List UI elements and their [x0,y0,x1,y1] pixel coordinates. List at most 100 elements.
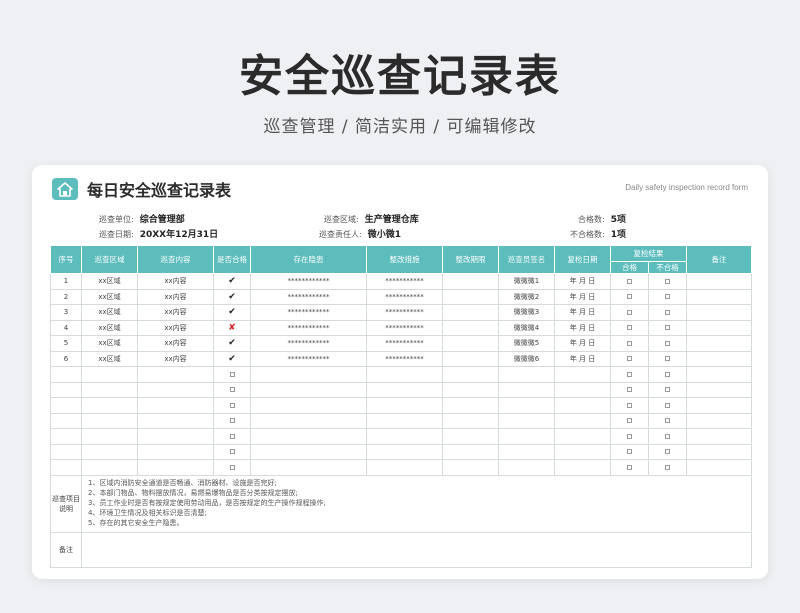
pass-checkbox[interactable] [627,356,632,362]
cell-hazard[interactable]: ************ [250,288,367,305]
cell-qualified[interactable]: ✔ [213,288,251,305]
meta-person-value[interactable]: 微小微1 [368,230,401,240]
cell-note[interactable] [686,288,752,305]
cell-signer[interactable]: 微微微5 [498,335,555,352]
cell-deadline[interactable] [442,335,499,352]
fail-checkbox[interactable] [665,402,670,408]
cell-note[interactable] [686,273,752,290]
cell-empty[interactable] [686,459,752,476]
pass-checkbox[interactable] [627,309,632,315]
cell-deadline[interactable] [442,319,499,336]
cell-empty[interactable] [498,381,555,398]
cell-measure[interactable]: *********** [366,319,443,336]
fail-checkbox[interactable] [665,387,670,393]
pass-checkbox[interactable] [627,387,632,393]
cell-fail[interactable] [648,412,687,429]
cell-empty[interactable] [686,443,752,460]
cell-signer[interactable]: 微微微3 [498,304,555,321]
cell-empty[interactable] [81,397,138,414]
cell-content[interactable]: xx内容 [137,304,214,321]
pass-checkbox[interactable] [627,418,632,424]
meta-pass-value[interactable]: 5项 [611,215,626,225]
meta-date-value[interactable]: 20XX年12月31日 [140,230,218,240]
cell-content[interactable]: xx内容 [137,335,214,352]
cell-qualified[interactable] [213,459,251,476]
cell-recheck-date[interactable]: 年 月 日 [554,335,611,352]
pass-checkbox[interactable] [627,325,632,331]
cell-empty[interactable] [50,412,82,429]
cell-qualified[interactable]: ✔ [213,304,251,321]
qualified-checkbox[interactable] [229,418,235,424]
cell-recheck-date[interactable]: 年 月 日 [554,288,611,305]
cell-empty[interactable] [554,366,611,383]
cell-empty[interactable] [498,412,555,429]
cell-empty[interactable] [366,381,443,398]
cell-qualified[interactable] [213,428,251,445]
cell-empty[interactable] [554,459,611,476]
cell-hazard[interactable]: ************ [250,335,367,352]
cell-empty[interactable] [686,381,752,398]
cell-fail[interactable] [648,350,687,367]
cell-empty[interactable] [81,412,138,429]
fail-checkbox[interactable] [665,418,670,424]
cell-empty[interactable] [250,428,367,445]
cell-pass[interactable] [610,366,649,383]
cell-empty[interactable] [498,397,555,414]
cell-qualified[interactable] [213,381,251,398]
cell-pass[interactable] [610,319,649,336]
cell-area[interactable]: xx区域 [81,273,138,290]
pass-checkbox[interactable] [627,340,632,346]
cell-empty[interactable] [554,428,611,445]
cell-empty[interactable] [81,381,138,398]
cell-content[interactable]: xx内容 [137,350,214,367]
cell-measure[interactable]: *********** [366,304,443,321]
cell-fail[interactable] [648,366,687,383]
fail-checkbox[interactable] [665,325,670,331]
pass-checkbox[interactable] [627,402,632,408]
cell-empty[interactable] [442,397,499,414]
cell-empty[interactable] [366,397,443,414]
cell-qualified[interactable] [213,397,251,414]
cell-empty[interactable] [250,366,367,383]
cell-empty[interactable] [442,443,499,460]
cell-fail[interactable] [648,443,687,460]
cell-empty[interactable] [554,443,611,460]
qualified-checkbox[interactable] [229,433,235,439]
cell-hazard[interactable]: ************ [250,319,367,336]
pass-checkbox[interactable] [627,449,632,455]
cell-pass[interactable] [610,288,649,305]
cell-pass[interactable] [610,304,649,321]
cell-qualified[interactable]: ✔ [213,350,251,367]
cell-empty[interactable] [554,412,611,429]
cell-pass[interactable] [610,428,649,445]
remark-content[interactable] [81,531,752,568]
cell-qualified[interactable]: ✘ [213,319,251,336]
cell-fail[interactable] [648,304,687,321]
cell-fail[interactable] [648,319,687,336]
cell-note[interactable] [686,319,752,336]
meta-unit-value[interactable]: 综合管理部 [140,215,185,225]
cell-empty[interactable] [81,459,138,476]
cell-pass[interactable] [610,335,649,352]
cell-content[interactable]: xx内容 [137,273,214,290]
cell-area[interactable]: xx区域 [81,304,138,321]
cell-deadline[interactable] [442,273,499,290]
cell-content[interactable]: xx内容 [137,319,214,336]
cell-hazard[interactable]: ************ [250,350,367,367]
cell-empty[interactable] [250,459,367,476]
cell-measure[interactable]: *********** [366,288,443,305]
meta-fail-value[interactable]: 1项 [611,230,626,240]
fail-checkbox[interactable] [665,449,670,455]
cell-empty[interactable] [250,397,367,414]
cell-empty[interactable] [50,428,82,445]
fail-checkbox[interactable] [665,433,670,439]
pass-checkbox[interactable] [627,278,632,284]
cell-measure[interactable]: *********** [366,350,443,367]
cell-empty[interactable] [442,412,499,429]
cell-area[interactable]: xx区域 [81,335,138,352]
cell-note[interactable] [686,335,752,352]
fail-checkbox[interactable] [665,356,670,362]
cell-empty[interactable] [498,428,555,445]
cell-empty[interactable] [442,366,499,383]
meta-area-value[interactable]: 生产管理仓库 [365,215,419,225]
